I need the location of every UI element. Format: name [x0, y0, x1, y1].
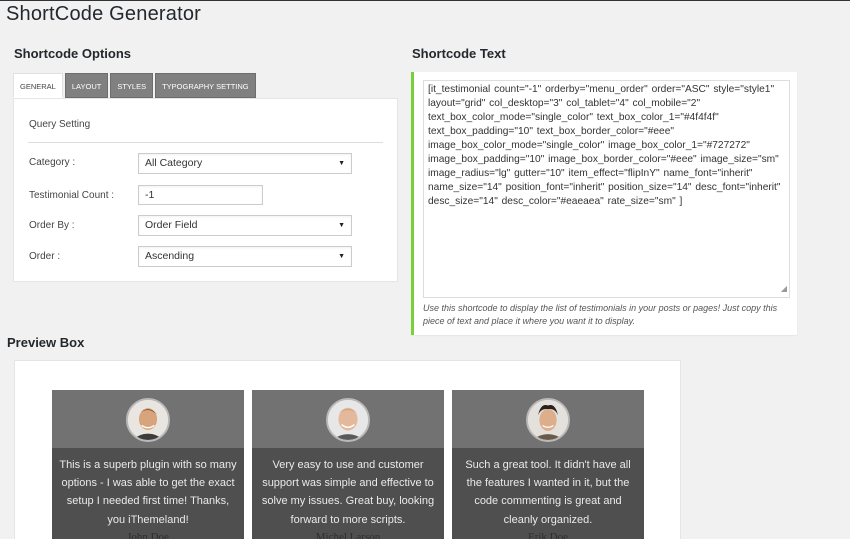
- tab-layout[interactable]: LAYOUT: [64, 73, 109, 98]
- chevron-down-icon: ▼: [338, 253, 345, 260]
- options-tabs: GENERAL LAYOUT STYLES TYPOGRAPHY SETTING: [13, 73, 256, 98]
- card-name: John Doe: [127, 531, 169, 539]
- card-name: Erik Doe: [527, 531, 568, 539]
- card-description: Very easy to use and customer support wa…: [261, 459, 435, 526]
- order-select-value: Ascending: [145, 250, 195, 262]
- card-description: Such a great tool. It didn't have all th…: [465, 459, 631, 526]
- category-label: Category :: [29, 157, 76, 168]
- card-description: This is a superb plugin with so many opt…: [59, 459, 237, 526]
- avatar: [526, 398, 570, 442]
- shortcode-panel: [it_testimonial count="-1" orderby="menu…: [411, 72, 797, 335]
- shortcode-text: [it_testimonial count="-1" orderby="menu…: [428, 84, 781, 207]
- testimonial-count-input[interactable]: -1: [138, 185, 263, 205]
- preview-box-title: Preview Box: [7, 335, 85, 350]
- category-select-value: All Category: [145, 157, 203, 169]
- tab-styles[interactable]: STYLES: [110, 73, 154, 98]
- shortcode-textarea[interactable]: [it_testimonial count="-1" orderby="menu…: [423, 80, 790, 298]
- options-panel: Query Setting Category : All Category ▼ …: [13, 98, 398, 282]
- chevron-down-icon: ▼: [338, 222, 345, 229]
- query-setting-heading: Query Setting: [29, 119, 91, 130]
- tab-general[interactable]: GENERAL: [13, 73, 63, 98]
- order-by-select-value: Order Field: [145, 219, 198, 231]
- resize-grip-icon[interactable]: ◢: [781, 282, 787, 296]
- order-by-label: Order By :: [29, 220, 75, 231]
- avatar: [326, 398, 370, 442]
- order-select[interactable]: Ascending ▼: [138, 246, 352, 267]
- shortcode-help-text: Use this shortcode to display the list o…: [423, 303, 778, 326]
- page-title: ShortCode Generator: [6, 3, 202, 25]
- panel-divider: [28, 142, 383, 143]
- order-label: Order :: [29, 251, 61, 262]
- shortcode-text-title: Shortcode Text: [412, 46, 506, 61]
- testimonial-count-label: Testimonial Count :: [29, 190, 115, 201]
- testimonial-card: Such a great tool. It didn't have all th…: [452, 390, 644, 539]
- card-name: Michel Larson: [315, 531, 381, 539]
- avatar: [126, 398, 170, 442]
- shortcode-options-title: Shortcode Options: [14, 46, 131, 61]
- order-by-select[interactable]: Order Field ▼: [138, 215, 352, 236]
- tab-typography-setting[interactable]: TYPOGRAPHY SETTING: [155, 73, 256, 98]
- testimonial-card: This is a superb plugin with so many opt…: [52, 390, 244, 539]
- testimonial-card: Very easy to use and customer support wa…: [252, 390, 444, 539]
- chevron-down-icon: ▼: [338, 160, 345, 167]
- category-select[interactable]: All Category ▼: [138, 153, 352, 174]
